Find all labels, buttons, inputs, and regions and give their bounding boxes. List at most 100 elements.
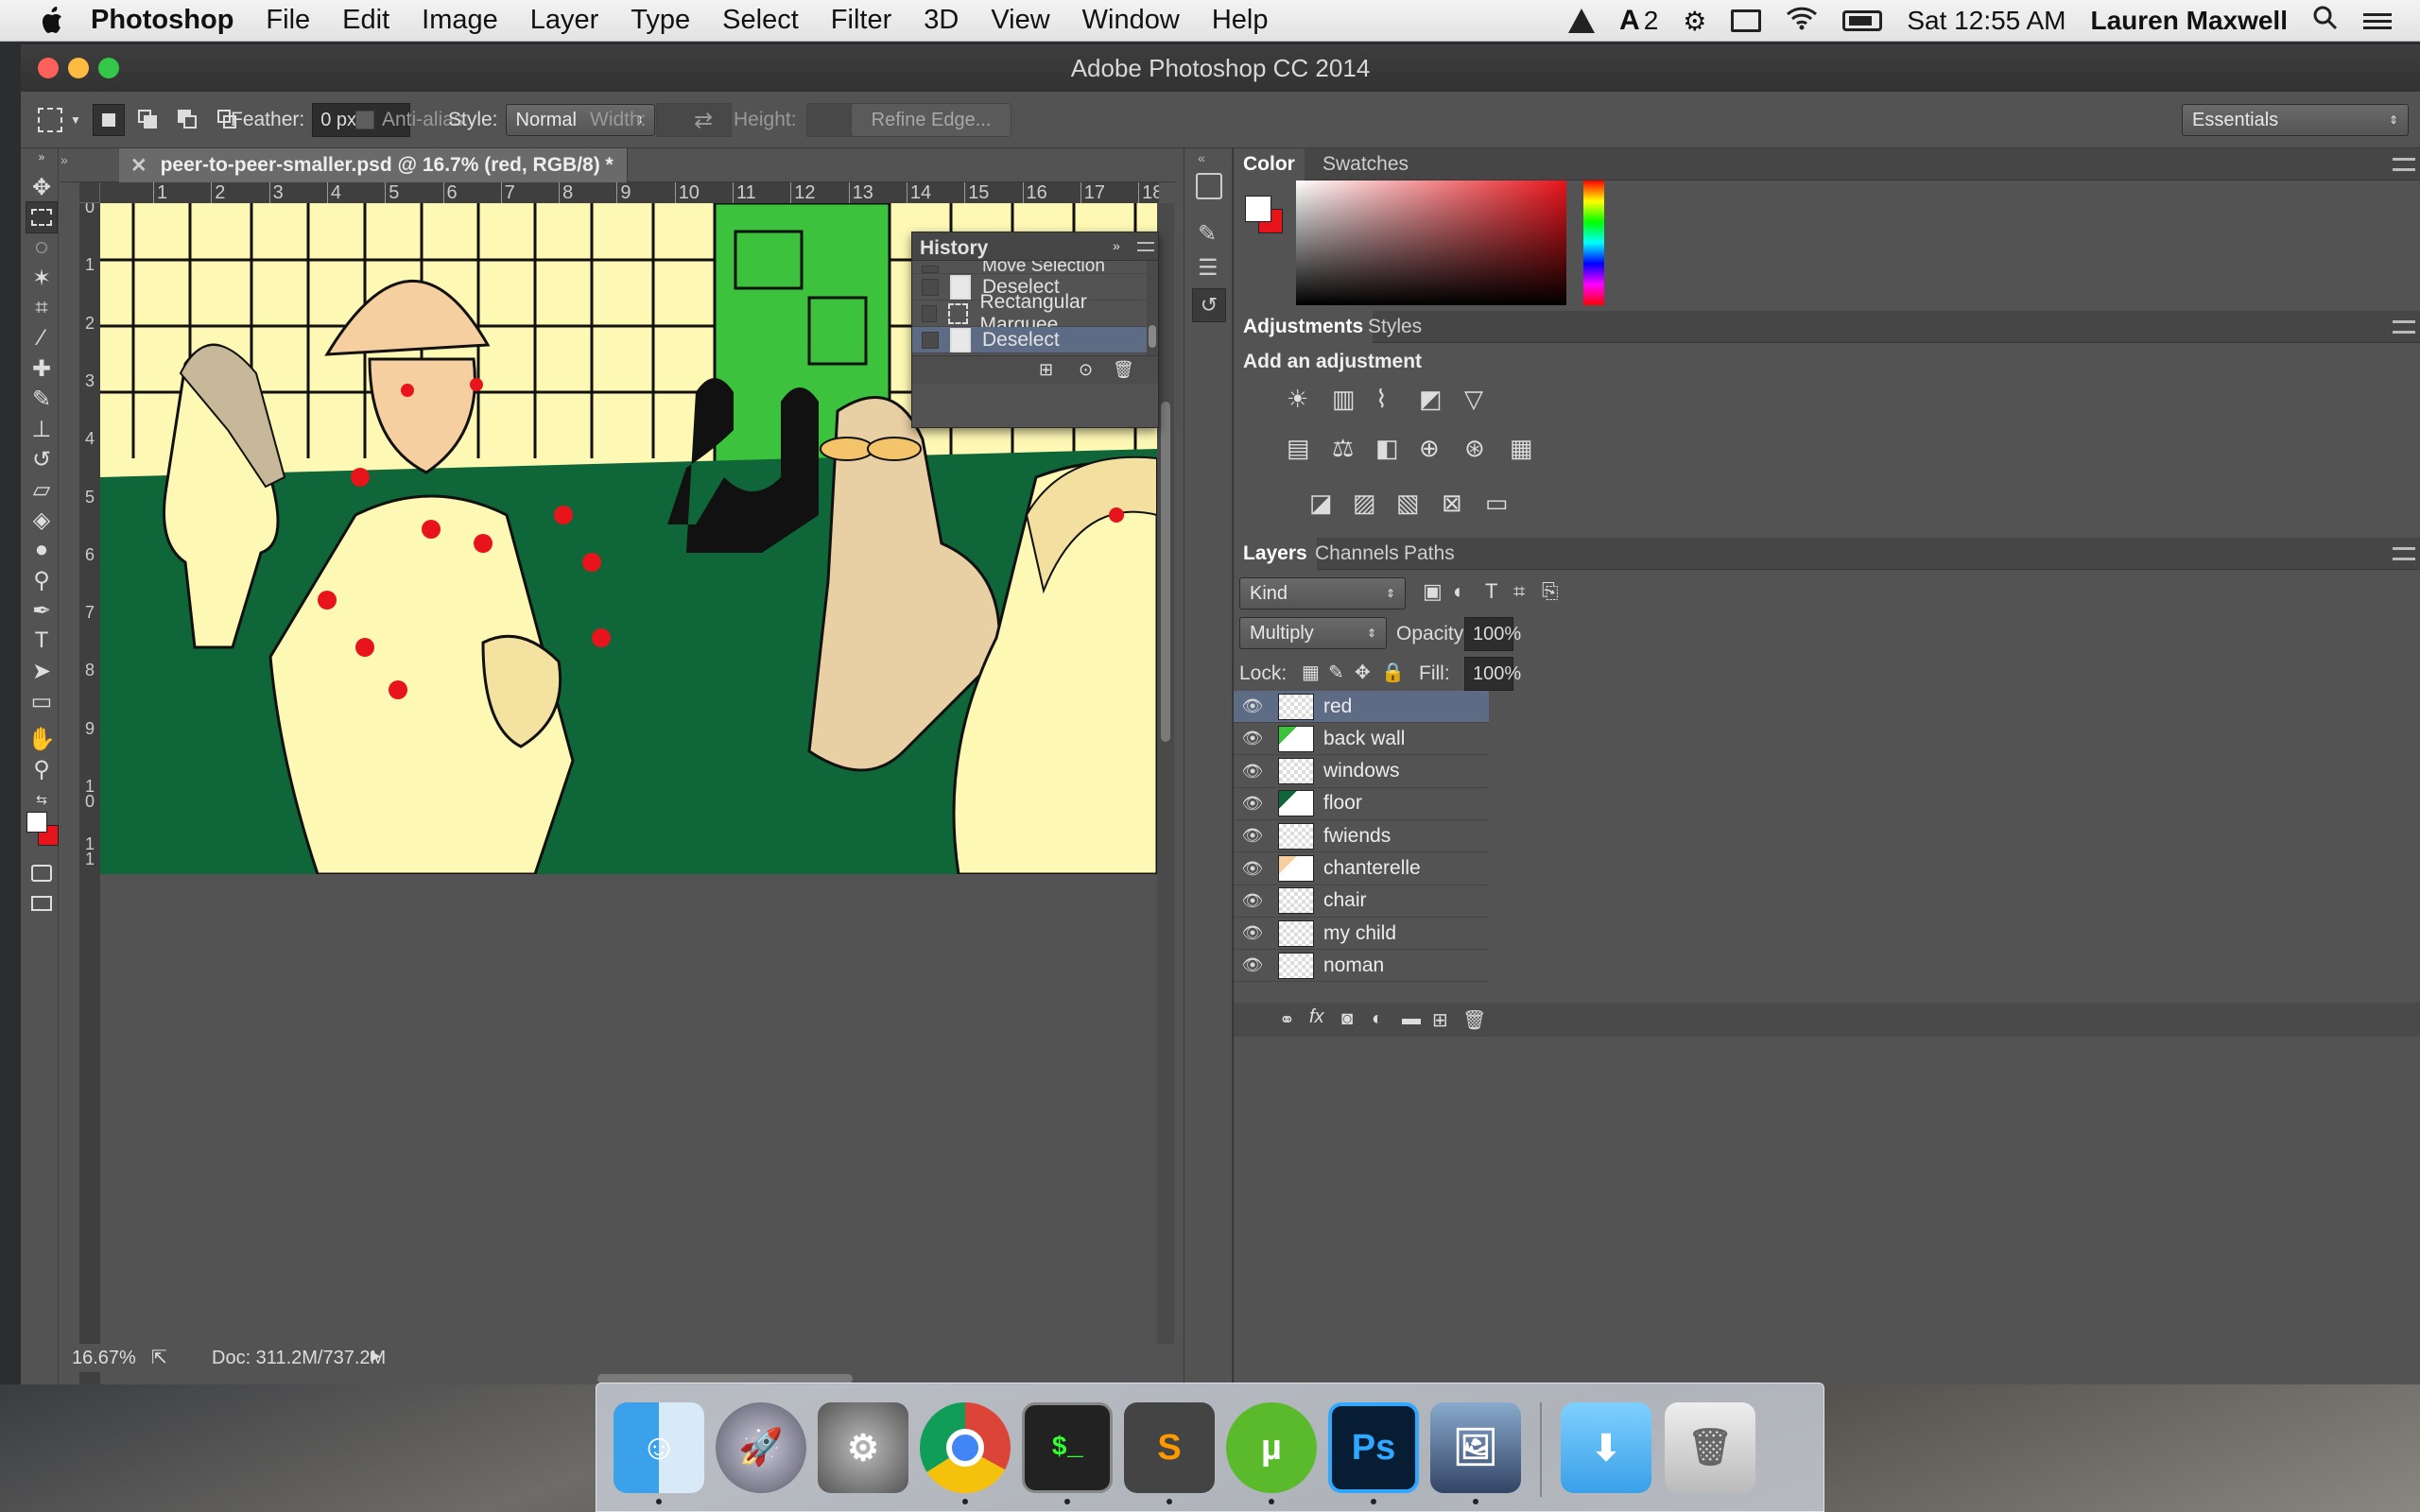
tab-color[interactable]: Color	[1234, 148, 1305, 180]
new-group-icon[interactable]: ▬	[1402, 1008, 1421, 1030]
apple-menu-icon[interactable]	[38, 6, 66, 36]
menu-app-name[interactable]: Photoshop	[91, 5, 233, 36]
visibility-eye-icon[interactable]: 👁	[1238, 955, 1267, 975]
menu-view[interactable]: View	[991, 5, 1049, 36]
history-item-move-selection[interactable]: Move Selection	[912, 261, 1147, 274]
lock-position-icon[interactable]: ✥	[1355, 661, 1371, 684]
visibility-eye-icon[interactable]: 👁	[1238, 762, 1267, 782]
visibility-eye-icon[interactable]: 👁	[1238, 859, 1267, 879]
tab-styles[interactable]: Styles	[1358, 311, 1431, 343]
history-snapshot-box[interactable]	[922, 266, 939, 273]
invert-icon[interactable]: ◪	[1309, 489, 1333, 518]
vertical-ruler[interactable]: 0 1 2 3 4 5 6 7 8 9 1 0 1 1	[79, 203, 100, 1384]
threshold-icon[interactable]: ▧	[1396, 489, 1420, 518]
panel-menu-icon[interactable]	[1137, 242, 1154, 251]
path-selection-tool-icon[interactable]: ➤	[26, 655, 58, 687]
filter-shape-icon[interactable]: ⌗	[1513, 579, 1525, 604]
visibility-eye-icon[interactable]: 👁	[1238, 826, 1267, 846]
history-snapshot-box[interactable]	[922, 304, 937, 322]
menu-layer[interactable]: Layer	[530, 5, 599, 36]
delete-layer-icon[interactable]: 🗑	[1462, 1008, 1486, 1032]
tab-layers[interactable]: Layers	[1234, 538, 1317, 570]
zoom-level[interactable]: 16.67%	[72, 1348, 136, 1369]
trash-icon[interactable]: 🗑	[1665, 1402, 1755, 1493]
workspace-select[interactable]: Essentials ⇕	[2182, 104, 2409, 136]
layer-row[interactable]: 👁 chair	[1234, 885, 1489, 918]
vertical-scroll-thumb[interactable]	[1161, 402, 1170, 742]
terminal-icon[interactable]: $_	[1022, 1402, 1113, 1493]
chrome-icon[interactable]	[920, 1402, 1011, 1493]
selective-color-icon[interactable]: ⊠	[1442, 489, 1462, 518]
rect-marquee-tool-icon[interactable]	[26, 201, 58, 233]
close-button[interactable]	[38, 58, 59, 78]
menu-select[interactable]: Select	[722, 5, 799, 36]
tools-collapse-icon[interactable]: »	[26, 150, 58, 163]
battery-icon[interactable]	[1842, 10, 1883, 31]
clone-stamp-tool-icon[interactable]: ⊥	[26, 413, 58, 445]
vlc-icon[interactable]	[1568, 9, 1596, 33]
close-tab-icon[interactable]: ✕	[130, 154, 147, 178]
black-white-icon[interactable]: ◧	[1375, 434, 1399, 463]
layer-style-icon[interactable]: fx	[1309, 1006, 1324, 1028]
brightness-contrast-icon[interactable]: ☀	[1287, 385, 1308, 414]
swap-dimensions-icon[interactable]: ⇄	[694, 92, 713, 148]
lock-all-icon[interactable]: 🔒	[1381, 661, 1405, 684]
levels-icon[interactable]: ▥	[1332, 385, 1356, 414]
document-tab[interactable]: ✕ peer-to-peer-smaller.psd @ 16.7% (red,…	[119, 148, 628, 182]
foreground-color-chip[interactable]	[1245, 196, 1271, 222]
zoom-tool-icon[interactable]: ⚲	[26, 753, 58, 785]
color-lookup-icon[interactable]: ▦	[1510, 434, 1533, 463]
launchpad-icon[interactable]: 🚀	[716, 1402, 806, 1493]
menu-type[interactable]: Type	[631, 5, 690, 36]
swap-colors-icon[interactable]: ⇆	[26, 783, 58, 816]
finder-icon[interactable]: ☺	[614, 1402, 704, 1493]
export-icon[interactable]: ⇱	[151, 1346, 167, 1369]
minimize-button[interactable]	[68, 58, 89, 78]
menu-3d[interactable]: 3D	[924, 5, 959, 36]
color-ramp[interactable]	[1296, 180, 1566, 305]
brush-presets-panel-icon[interactable]: ✎	[1198, 220, 1217, 248]
visibility-eye-icon[interactable]: 👁	[1238, 729, 1267, 748]
zoom-button[interactable]	[98, 58, 119, 78]
utorrent-icon[interactable]: µ	[1226, 1402, 1317, 1493]
menu-clock[interactable]: Sat 12:55 AM	[1907, 6, 2066, 36]
tab-channels[interactable]: Channels	[1305, 538, 1409, 570]
adjust-panel-icon[interactable]: ☰	[1198, 254, 1219, 282]
snapshot-camera-icon[interactable]: ⊙	[1079, 360, 1093, 380]
sublime-text-icon[interactable]: S	[1124, 1402, 1215, 1493]
horizontal-ruler[interactable]: 1 2 3 4 5 6 7 8 9 10 11 12 13 14 15 16 17 18	[100, 182, 1159, 203]
history-scroll-thumb[interactable]	[1149, 325, 1156, 348]
menu-user[interactable]: Lauren Maxwell	[2090, 6, 2288, 36]
status-menu-arrow-icon[interactable]: ▶	[371, 1348, 381, 1364]
adobe-menu-icon[interactable]: A2	[1619, 5, 1658, 37]
history-snapshot-box[interactable]	[922, 331, 939, 349]
layer-row[interactable]: 👁 my child	[1234, 918, 1489, 951]
tab-collapse-icon[interactable]: »	[60, 152, 68, 167]
filter-smart-object-icon[interactable]: ⎘	[1542, 579, 1559, 604]
opacity-input[interactable]: 100%	[1464, 617, 1521, 651]
layer-filter-kind-select[interactable]: Kind ⇕	[1239, 577, 1406, 610]
history-title[interactable]: History	[920, 237, 988, 260]
notification-center-icon[interactable]	[2363, 12, 2392, 29]
channel-mixer-icon[interactable]: ⊛	[1464, 434, 1485, 463]
menu-help[interactable]: Help	[1212, 5, 1269, 36]
strip-collapse-icon[interactable]: «	[1198, 150, 1205, 165]
color-balance-icon[interactable]: ⚖	[1332, 434, 1354, 463]
layer-row[interactable]: 👁 floor	[1234, 788, 1489, 820]
subtract-from-selection-icon[interactable]	[172, 104, 204, 136]
history-panel-icon[interactable]: ↺	[1192, 288, 1226, 322]
visibility-eye-icon[interactable]: 👁	[1238, 923, 1267, 943]
layer-row[interactable]: 👁 back wall	[1234, 723, 1489, 756]
menu-edit[interactable]: Edit	[342, 5, 389, 36]
system-preferences-icon[interactable]: ⚙	[818, 1402, 908, 1493]
healing-brush-tool-icon[interactable]: ✚	[26, 352, 58, 385]
history-item-rect-marquee[interactable]: Rectangular Marquee	[912, 291, 1147, 335]
photo-filter-icon[interactable]: ⊕	[1419, 434, 1440, 463]
airplay-icon[interactable]	[1731, 9, 1762, 32]
antialias-checkbox[interactable]	[355, 111, 374, 129]
foreground-color-swatch[interactable]	[26, 812, 47, 833]
delete-state-icon[interactable]: 🗑	[1113, 360, 1134, 380]
link-layers-icon[interactable]: ⚭	[1279, 1008, 1295, 1032]
history-snapshot-box[interactable]	[922, 278, 939, 296]
spotlight-search-icon[interactable]	[2312, 5, 2339, 38]
